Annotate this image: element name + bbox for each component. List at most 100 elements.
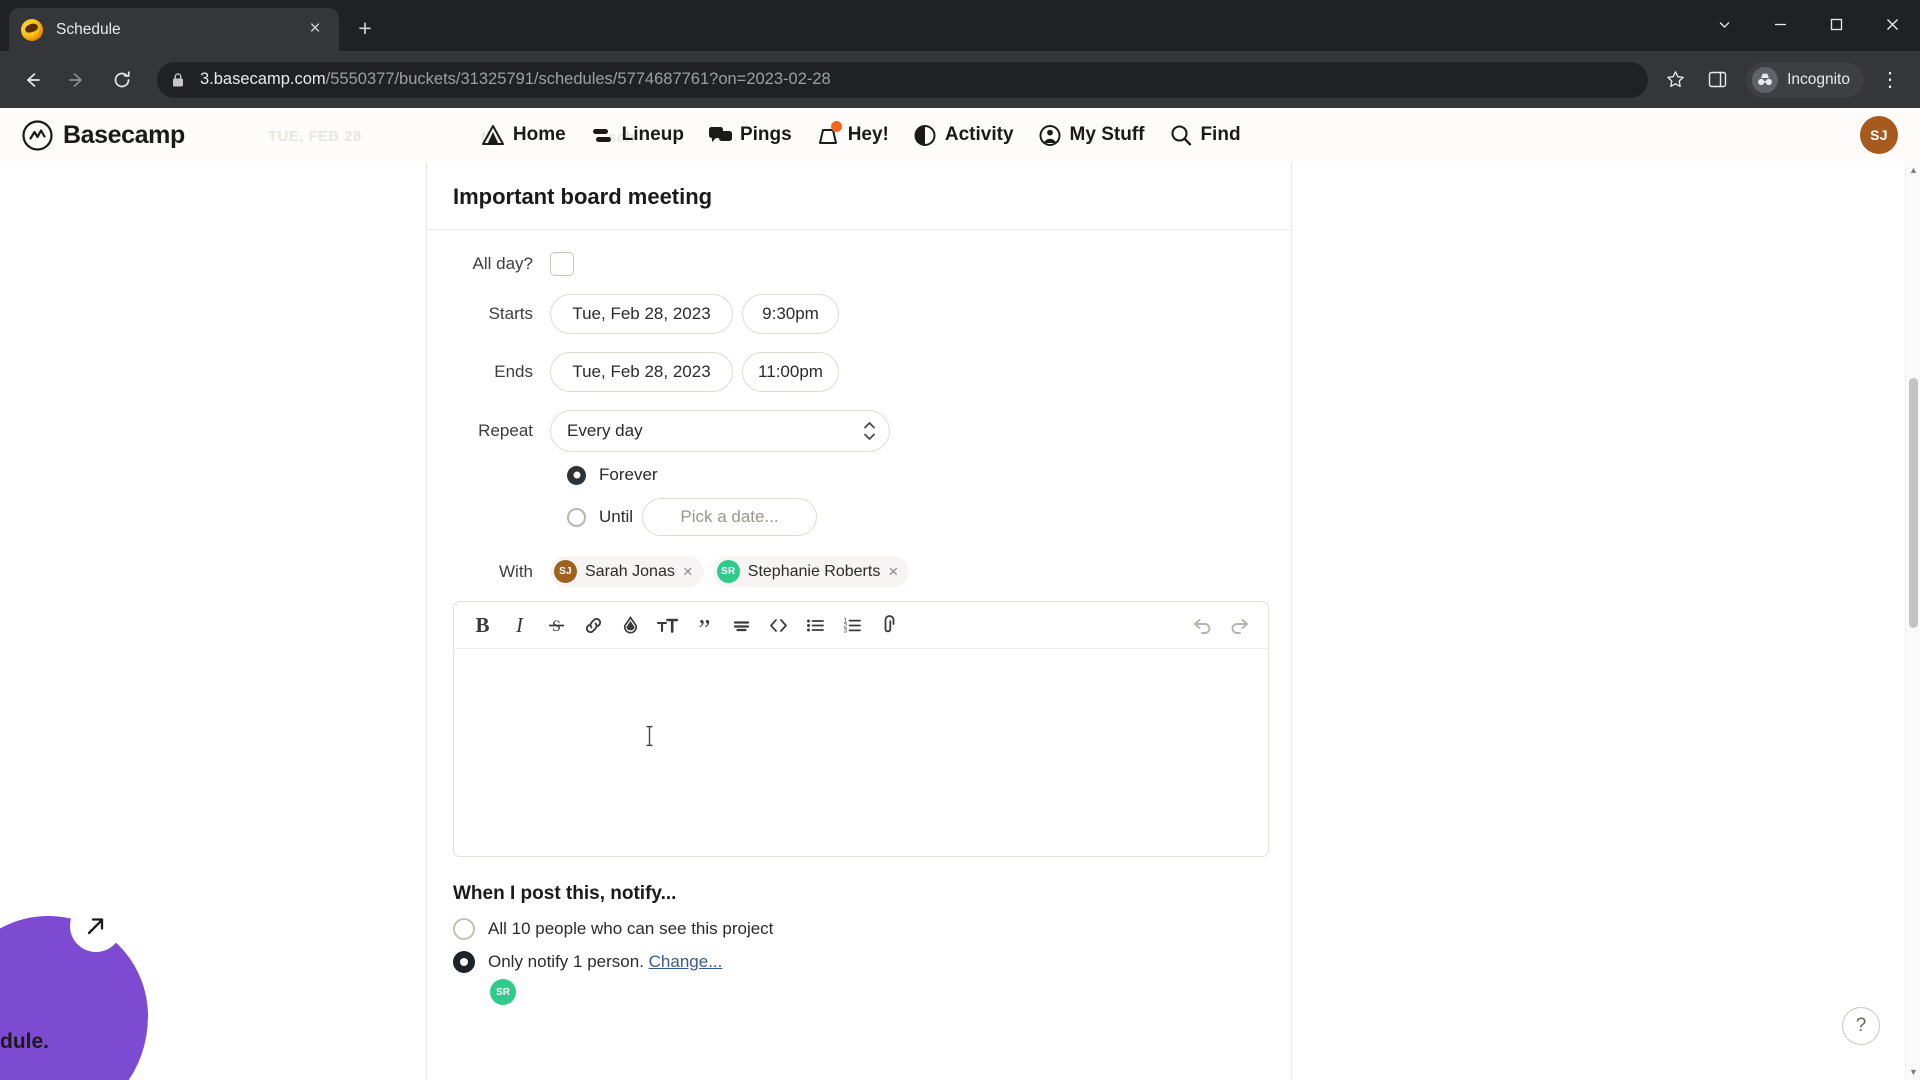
back-button-icon[interactable] bbox=[12, 60, 52, 100]
change-recipients-link[interactable]: Change... bbox=[649, 952, 723, 971]
starts-label: Starts bbox=[488, 304, 533, 323]
address-bar[interactable]: 3.basecamp.com/5550377/buckets/31325791/… bbox=[157, 61, 1649, 98]
browser-titlebar: Schedule × + bbox=[0, 0, 1920, 51]
basecamp-logo-icon bbox=[22, 119, 53, 151]
link-icon[interactable] bbox=[575, 607, 612, 643]
arrow-up-right-icon[interactable] bbox=[70, 900, 122, 952]
browser-toolbar: 3.basecamp.com/5550377/buckets/31325791/… bbox=[0, 51, 1920, 108]
chevron-down-icon[interactable] bbox=[1696, 0, 1752, 48]
close-window-icon[interactable] bbox=[1864, 0, 1920, 48]
address-bar-url: 3.basecamp.com/5550377/buckets/31325791/… bbox=[200, 70, 831, 89]
with-row: With SJ Sarah Jonas × SR Stephanie Rober… bbox=[453, 556, 1265, 587]
notify-one-text: Only notify 1 person. bbox=[488, 952, 644, 971]
repeat-until-date-field[interactable]: Pick a date... bbox=[642, 498, 818, 536]
event-form-card: Important board meeting All day? Starts … bbox=[426, 162, 1292, 1080]
repeat-label: Repeat bbox=[478, 421, 533, 440]
redo-icon[interactable] bbox=[1221, 607, 1258, 643]
person-name: Stephanie Roberts bbox=[747, 562, 881, 580]
all-day-label: All day? bbox=[472, 254, 533, 273]
basecamp-logo[interactable]: Basecamp bbox=[22, 119, 185, 151]
bookmark-star-icon[interactable] bbox=[1658, 63, 1692, 97]
nav-item-lineup-label: Lineup bbox=[621, 124, 684, 145]
notify-all-radio[interactable] bbox=[453, 918, 475, 940]
scroll-down-icon[interactable]: ▼ bbox=[1906, 1064, 1920, 1080]
home-icon bbox=[481, 123, 506, 147]
bullet-list-icon[interactable] bbox=[797, 607, 834, 643]
ghost-text-date: TUE, FEB 28 bbox=[268, 128, 362, 145]
nav-item-home[interactable]: Home bbox=[481, 123, 566, 147]
url-path: /5550377/buckets/31325791/schedules/5774… bbox=[325, 70, 831, 88]
repeat-forever-row[interactable]: Forever bbox=[567, 465, 1265, 485]
browser-menu-icon[interactable]: ⋮ bbox=[1872, 62, 1908, 98]
nav-item-pings[interactable]: Pings bbox=[708, 123, 792, 147]
ends-time-field[interactable]: 11:00pm bbox=[742, 352, 839, 392]
basecamp-wordmark: Basecamp bbox=[63, 120, 185, 149]
code-icon[interactable] bbox=[760, 607, 797, 643]
scrollbar-thumb[interactable] bbox=[1909, 378, 1918, 628]
starts-date-field[interactable]: Tue, Feb 28, 2023 bbox=[550, 294, 733, 334]
repeat-select-wrap: Every day bbox=[550, 410, 890, 452]
url-domain: 3.basecamp.com bbox=[200, 70, 326, 88]
maximize-icon[interactable] bbox=[1808, 0, 1864, 48]
remove-person-icon[interactable]: × bbox=[683, 563, 693, 580]
notify-one-radio[interactable] bbox=[453, 951, 475, 973]
nav-item-my-stuff[interactable]: My Stuff bbox=[1038, 123, 1144, 147]
notify-option-all[interactable]: All 10 people who can see this project bbox=[453, 918, 1265, 940]
hey-icon bbox=[816, 121, 842, 147]
nav-item-activity[interactable]: Activity bbox=[913, 123, 1014, 147]
repeat-forever-radio[interactable] bbox=[567, 465, 586, 485]
minimize-icon[interactable] bbox=[1752, 0, 1808, 48]
incognito-profile-chip[interactable]: Incognito bbox=[1746, 61, 1864, 98]
side-panel-icon[interactable] bbox=[1700, 63, 1734, 97]
remove-person-icon[interactable]: × bbox=[888, 563, 898, 580]
ends-row: Ends Tue, Feb 28, 2023 11:00pm bbox=[453, 352, 1265, 392]
window-controls bbox=[1696, 0, 1920, 48]
bold-icon[interactable]: B bbox=[464, 607, 501, 643]
event-title: Important board meeting bbox=[427, 162, 1291, 230]
page-scrollbar[interactable]: ▲ ▼ bbox=[1905, 162, 1920, 1080]
heading-icon[interactable] bbox=[723, 607, 760, 643]
user-avatar[interactable]: SJ bbox=[1860, 116, 1898, 154]
editor-text-area[interactable] bbox=[454, 649, 1268, 856]
notify-recipient-avatar: SR bbox=[490, 979, 516, 1005]
forward-button-icon[interactable] bbox=[57, 60, 97, 100]
help-button[interactable]: ? bbox=[1842, 1007, 1880, 1045]
highlight-icon[interactable] bbox=[612, 607, 649, 643]
numbered-list-icon[interactable]: 123 bbox=[834, 607, 871, 643]
basecamp-favicon-icon bbox=[21, 18, 43, 41]
with-people-chips: SJ Sarah Jonas × SR Stephanie Roberts × bbox=[550, 556, 910, 587]
person-chip[interactable]: SR Stephanie Roberts × bbox=[712, 556, 910, 587]
new-tab-button[interactable]: + bbox=[348, 12, 382, 46]
mystuff-icon bbox=[1038, 123, 1063, 147]
strikethrough-icon[interactable]: S bbox=[538, 607, 575, 643]
nav-item-find[interactable]: Find bbox=[1168, 123, 1241, 147]
scroll-up-icon[interactable]: ▲ bbox=[1906, 162, 1920, 178]
notify-option-one[interactable]: Only notify 1 person. Change... bbox=[453, 951, 1265, 973]
person-name: Sarah Jonas bbox=[585, 562, 675, 580]
repeat-select[interactable]: Every day bbox=[550, 410, 890, 452]
person-chip[interactable]: SJ Sarah Jonas × bbox=[550, 556, 704, 587]
text-size-icon[interactable] bbox=[649, 607, 686, 643]
attachment-icon[interactable] bbox=[871, 607, 908, 643]
repeat-until-row[interactable]: Until Pick a date... bbox=[567, 498, 1265, 536]
browser-tab[interactable]: Schedule × bbox=[9, 8, 339, 51]
reload-button-icon[interactable] bbox=[102, 60, 142, 100]
nav-item-lineup[interactable]: Lineup bbox=[590, 123, 684, 147]
starts-time-field[interactable]: 9:30pm bbox=[742, 294, 839, 334]
ends-date-field[interactable]: Tue, Feb 28, 2023 bbox=[550, 352, 733, 392]
undo-icon[interactable] bbox=[1184, 607, 1221, 643]
browser-window: Schedule × + 3.basecamp.com/5550377/buck… bbox=[0, 0, 1920, 1080]
starts-row: Starts Tue, Feb 28, 2023 9:30pm bbox=[453, 294, 1265, 334]
italic-icon[interactable]: I bbox=[501, 607, 538, 643]
nav-item-hey[interactable]: Hey! bbox=[816, 121, 889, 147]
nav-item-hey-label: Hey! bbox=[847, 124, 889, 145]
chevron-updown-icon bbox=[863, 422, 875, 440]
quote-icon[interactable]: ” bbox=[686, 607, 723, 643]
person-avatar: SR bbox=[716, 560, 740, 583]
event-form: All day? Starts Tue, Feb 28, 2023 9:30pm… bbox=[427, 230, 1291, 1005]
repeat-until-radio[interactable] bbox=[567, 507, 586, 527]
repeat-forever-label: Forever bbox=[599, 465, 658, 484]
activity-icon bbox=[913, 123, 938, 147]
all-day-checkbox[interactable] bbox=[550, 252, 574, 276]
close-tab-icon[interactable]: × bbox=[303, 18, 327, 42]
